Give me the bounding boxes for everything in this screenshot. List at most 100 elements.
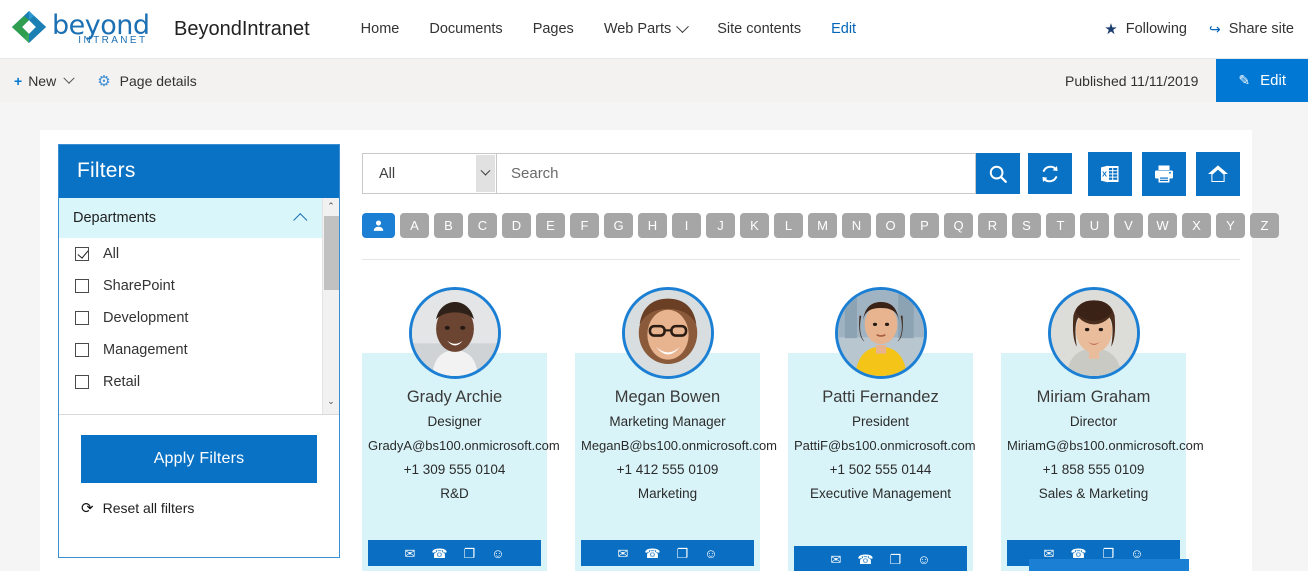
page-overlay-bar — [1029, 559, 1189, 571]
profile-icon[interactable]: ☺ — [917, 553, 930, 566]
filter-option-all[interactable]: All — [59, 238, 322, 270]
plus-icon: + — [14, 73, 22, 89]
profile-icon[interactable]: ☺ — [491, 547, 504, 560]
employee-card[interactable]: Grady Archie Designer GradyA@bs100.onmic… — [362, 278, 547, 571]
alpha-chip-p[interactable]: P — [910, 213, 939, 238]
alpha-chip-h[interactable]: H — [638, 213, 667, 238]
alpha-chip-z[interactable]: Z — [1250, 213, 1279, 238]
alpha-chip-l[interactable]: L — [774, 213, 803, 238]
apply-filters-button[interactable]: Apply Filters — [81, 435, 317, 483]
filters-list: Departments All SharePoint — [59, 198, 322, 414]
alpha-chip-all-people[interactable] — [362, 213, 395, 238]
export-to-excel-button[interactable]: X — [1088, 152, 1132, 196]
call-icon[interactable]: ☎ — [644, 547, 660, 560]
filter-option-development[interactable]: Development — [59, 302, 322, 334]
home-button[interactable] — [1196, 152, 1240, 196]
call-icon[interactable]: ☎ — [857, 553, 873, 566]
call-icon[interactable]: ☎ — [431, 547, 447, 560]
scroll-down-icon[interactable]: ⌄ — [327, 393, 335, 410]
checkbox-all[interactable] — [75, 247, 89, 261]
alpha-chip-y[interactable]: Y — [1216, 213, 1245, 238]
edit-page-button[interactable]: ✎ Edit — [1216, 59, 1308, 103]
mail-icon[interactable]: ✉ — [830, 553, 841, 566]
share-site-button[interactable]: ↪ Share site — [1209, 21, 1294, 37]
alpha-chip-g[interactable]: G — [604, 213, 633, 238]
chevron-up-icon — [293, 213, 307, 227]
search-input[interactable] — [497, 153, 976, 194]
filter-option-label: SharePoint — [103, 278, 175, 294]
alpha-chip-s[interactable]: S — [1012, 213, 1041, 238]
filter-option-management[interactable]: Management — [59, 334, 322, 366]
filter-option-retail[interactable]: Retail — [59, 366, 322, 398]
alpha-chip-r[interactable]: R — [978, 213, 1007, 238]
scrollbar-thumb[interactable] — [324, 216, 339, 290]
alpha-chip-x[interactable]: X — [1182, 213, 1211, 238]
following-button[interactable]: ★ Following — [1104, 21, 1187, 37]
checkbox-development[interactable] — [75, 311, 89, 325]
filter-option-sharepoint[interactable]: SharePoint — [59, 270, 322, 302]
top-navigation: Home Documents Pages Web Parts Site cont… — [346, 13, 871, 45]
alpha-chip-k[interactable]: K — [740, 213, 769, 238]
following-label: Following — [1126, 21, 1187, 37]
filter-group-departments[interactable]: Departments — [59, 198, 322, 238]
command-bar: + New ⚙ Page details Published 11/11/201… — [0, 58, 1308, 102]
alpha-chip-n[interactable]: N — [842, 213, 871, 238]
alpha-chip-m[interactable]: M — [808, 213, 837, 238]
alpha-chip-o[interactable]: O — [876, 213, 905, 238]
alpha-chip-q[interactable]: Q — [944, 213, 973, 238]
alpha-chip-e[interactable]: E — [536, 213, 565, 238]
alpha-chip-i[interactable]: I — [672, 213, 701, 238]
new-button[interactable]: + New — [2, 59, 85, 102]
alpha-chip-w[interactable]: W — [1148, 213, 1177, 238]
alpha-chip-a[interactable]: A — [400, 213, 429, 238]
scope-dropdown-button[interactable] — [476, 155, 495, 192]
nav-site-contents[interactable]: Site contents — [702, 13, 816, 45]
nav-edit[interactable]: Edit — [816, 13, 871, 45]
card-action-bar: ✉ ☎ ❐ ☺ — [794, 546, 967, 571]
site-title[interactable]: BeyondIntranet — [174, 18, 310, 41]
alpha-chip-f[interactable]: F — [570, 213, 599, 238]
employee-phone: +1 309 555 0104 — [368, 462, 541, 477]
home-icon — [1206, 162, 1230, 186]
nav-web-parts-label: Web Parts — [604, 21, 671, 37]
alpha-chip-v[interactable]: V — [1114, 213, 1143, 238]
call-icon[interactable]: ☎ — [1070, 547, 1086, 560]
alpha-chip-t[interactable]: T — [1046, 213, 1075, 238]
nav-documents[interactable]: Documents — [414, 13, 517, 45]
profile-icon[interactable]: ☺ — [1130, 547, 1143, 560]
page-details-button[interactable]: ⚙ Page details — [85, 59, 209, 102]
site-logo[interactable]: beyond INTRANET — [8, 8, 160, 50]
print-button[interactable] — [1142, 152, 1186, 196]
chat-icon[interactable]: ❐ — [677, 547, 689, 560]
nav-web-parts[interactable]: Web Parts — [589, 13, 702, 45]
chat-icon[interactable]: ❐ — [890, 553, 902, 566]
mail-icon[interactable]: ✉ — [617, 547, 628, 560]
nav-pages[interactable]: Pages — [518, 13, 589, 45]
gear-icon: ⚙ — [97, 72, 110, 90]
mail-icon[interactable]: ✉ — [1043, 547, 1054, 560]
profile-icon[interactable]: ☺ — [704, 547, 717, 560]
employee-title: Marketing Manager — [581, 414, 754, 429]
scroll-up-icon[interactable]: ⌃ — [327, 198, 335, 215]
alpha-chip-b[interactable]: B — [434, 213, 463, 238]
search-button[interactable] — [976, 153, 1020, 194]
nav-home[interactable]: Home — [346, 13, 415, 45]
checkbox-sharepoint[interactable] — [75, 279, 89, 293]
search-scope-select[interactable]: All — [362, 153, 497, 194]
employee-card[interactable]: Megan Bowen Marketing Manager MeganB@bs1… — [575, 278, 760, 571]
chat-icon[interactable]: ❐ — [464, 547, 476, 560]
checkbox-management[interactable] — [75, 343, 89, 357]
refresh-button[interactable] — [1028, 153, 1072, 194]
filters-scrollbar[interactable]: ⌃ ⌄ — [322, 198, 339, 414]
alpha-chip-u[interactable]: U — [1080, 213, 1109, 238]
checkbox-retail[interactable] — [75, 375, 89, 389]
alpha-chip-j[interactable]: J — [706, 213, 735, 238]
refresh-icon — [1039, 163, 1061, 185]
reset-all-filters-button[interactable]: ⟳ Reset all filters — [81, 500, 317, 516]
alpha-chip-c[interactable]: C — [468, 213, 497, 238]
chat-icon[interactable]: ❐ — [1103, 547, 1115, 560]
mail-icon[interactable]: ✉ — [404, 547, 415, 560]
employee-card[interactable]: Patti Fernandez President PattiF@bs100.o… — [788, 278, 973, 571]
employee-card[interactable]: Miriam Graham Director MiriamG@bs100.onm… — [1001, 278, 1186, 571]
alpha-chip-d[interactable]: D — [502, 213, 531, 238]
